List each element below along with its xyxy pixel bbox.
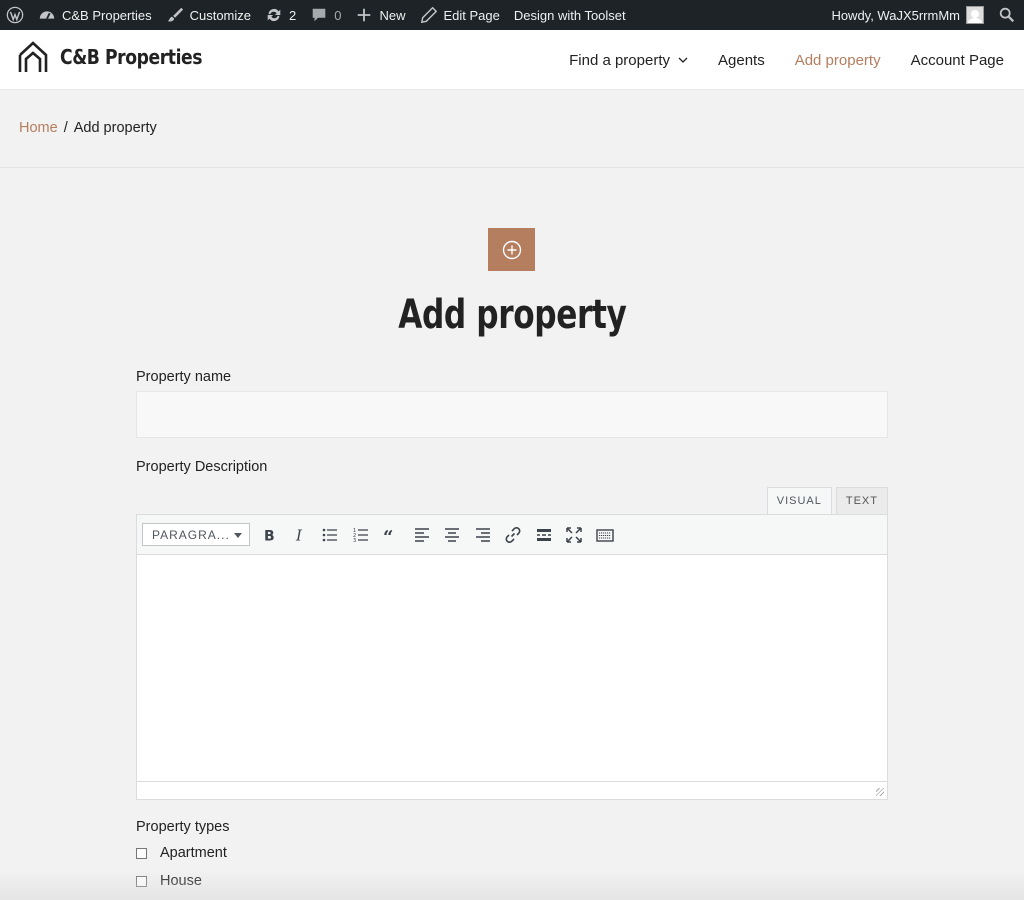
read-more-button[interactable] (529, 520, 560, 550)
fullscreen-icon (566, 526, 582, 543)
editor-statusbar (137, 781, 887, 799)
nav-label: Add property (794, 51, 881, 69)
property-types-label: Property types (136, 819, 230, 835)
wordpress-menu[interactable] (0, 0, 31, 30)
italic-icon: I (295, 526, 303, 544)
property-name-input[interactable] (136, 391, 888, 438)
breadcrumb: Home / Add property (19, 120, 157, 136)
breadcrumb-separator: / (63, 120, 68, 136)
tab-text[interactable]: TEXT (835, 487, 888, 514)
nav-find-a-property[interactable]: Find a property (569, 52, 688, 69)
wordpress-icon (6, 6, 24, 24)
svg-text:“: “ (383, 527, 393, 544)
customize-label: Customize (189, 7, 252, 23)
nav-label: Account Page (910, 51, 1004, 69)
new-content-menu[interactable]: New (348, 0, 412, 30)
breadcrumb-current: Add property (73, 120, 157, 136)
align-right-icon (475, 527, 490, 542)
property-description-label: Property Description (136, 459, 268, 475)
breadcrumb-home[interactable]: Home (19, 120, 58, 136)
format-select[interactable]: PARAGRA... (142, 523, 250, 546)
page-title: Add property (0, 292, 1024, 338)
bold-button[interactable]: B (254, 520, 285, 550)
site-name-label: C&B Properties (62, 7, 152, 23)
house-logo-icon (18, 41, 48, 72)
property-types-list: Apartment House (136, 844, 227, 900)
nav-add-property[interactable]: Add property (795, 52, 881, 69)
search-toggle[interactable] (991, 0, 1024, 30)
nav-agents[interactable]: Agents (718, 52, 765, 69)
nav-account-page[interactable]: Account Page (911, 52, 1004, 69)
svg-text:B: B (264, 528, 275, 544)
apartment-checkbox[interactable] (136, 847, 147, 859)
search-icon (998, 6, 1016, 24)
site-name-menu[interactable]: C&B Properties (31, 0, 159, 30)
bulleted-list-button[interactable] (315, 520, 346, 550)
insert-link-button[interactable] (498, 520, 529, 550)
bulleted-list-icon (322, 528, 338, 541)
comment-icon (310, 6, 328, 24)
edit-page-link[interactable]: Edit Page (413, 0, 507, 30)
howdy-label: Howdy, WaJX5rrmMm (831, 7, 960, 23)
align-left-button[interactable] (407, 520, 438, 550)
comments-count: 0 (334, 7, 342, 23)
customize-link[interactable]: Customize (159, 0, 258, 30)
description-editor: PARAGRA... B I 123 “ (136, 514, 888, 800)
svg-text:3: 3 (353, 538, 356, 544)
updates-count: 2 (289, 7, 297, 23)
edit-page-label: Edit Page (443, 7, 500, 23)
align-center-button[interactable] (437, 520, 468, 550)
house-label: House (160, 873, 202, 889)
updates-link[interactable]: 2 (258, 0, 303, 30)
main-nav: Find a property Agents Add property Acco… (569, 30, 1004, 90)
comments-link[interactable]: 0 (303, 0, 348, 30)
italic-button[interactable]: I (285, 520, 316, 550)
property-name-label: Property name (136, 369, 232, 385)
editor-toolbar: PARAGRA... B I 123 “ (137, 515, 887, 555)
numbered-list-icon: 123 (353, 528, 368, 544)
page-title-text: Add property (397, 292, 627, 338)
numbered-list-button[interactable]: 123 (346, 520, 377, 550)
blockquote-button[interactable]: “ (376, 520, 407, 550)
toolbar-toggle-button[interactable] (590, 520, 621, 550)
editor-tabs: VISUAL TEXT (766, 487, 888, 514)
plus-icon (355, 6, 373, 24)
keyboard-icon (596, 528, 614, 542)
property-type-house[interactable]: House (136, 872, 227, 890)
avatar (966, 6, 984, 24)
link-icon (505, 526, 521, 543)
house-checkbox[interactable] (136, 875, 147, 887)
read-more-icon (536, 528, 551, 541)
align-left-icon (414, 527, 429, 542)
property-type-apartment[interactable]: Apartment (136, 844, 227, 862)
site-header: C&B Properties Find a property Agents Ad… (0, 30, 1024, 90)
paintbrush-icon (166, 6, 184, 24)
svg-text:I: I (295, 526, 303, 544)
toolset-link[interactable]: Design with Toolset (507, 0, 633, 30)
chevron-down-icon (678, 57, 688, 63)
updates-icon (265, 6, 283, 24)
apartment-label: Apartment (160, 845, 227, 861)
quote-icon: “ (383, 527, 393, 544)
new-label: New (379, 7, 406, 23)
admin-bar: C&B Properties Customize 2 0 New Edit Pa… (0, 0, 1024, 30)
breadcrumb-bar: Home / Add property (0, 90, 1024, 168)
resize-handle[interactable] (876, 788, 884, 796)
tab-visual[interactable]: VISUAL (766, 487, 832, 514)
site-logo[interactable]: C&B Properties (18, 41, 225, 73)
align-right-button[interactable] (468, 520, 499, 550)
nav-label: Find a property (569, 51, 670, 69)
logo-text: C&B Properties (60, 45, 203, 69)
editor-content-area[interactable] (137, 555, 887, 781)
bold-icon: B (264, 528, 275, 544)
toolset-label: Design with Toolset (513, 7, 626, 23)
pencil-icon (420, 6, 438, 24)
align-center-icon (445, 527, 460, 542)
plus-circle-icon (502, 240, 521, 259)
account-menu[interactable]: Howdy, WaJX5rrmMm (824, 0, 991, 30)
fullscreen-button[interactable] (559, 520, 590, 550)
add-badge (488, 228, 535, 271)
dashboard-icon (38, 6, 56, 24)
nav-label: Agents (718, 51, 765, 69)
